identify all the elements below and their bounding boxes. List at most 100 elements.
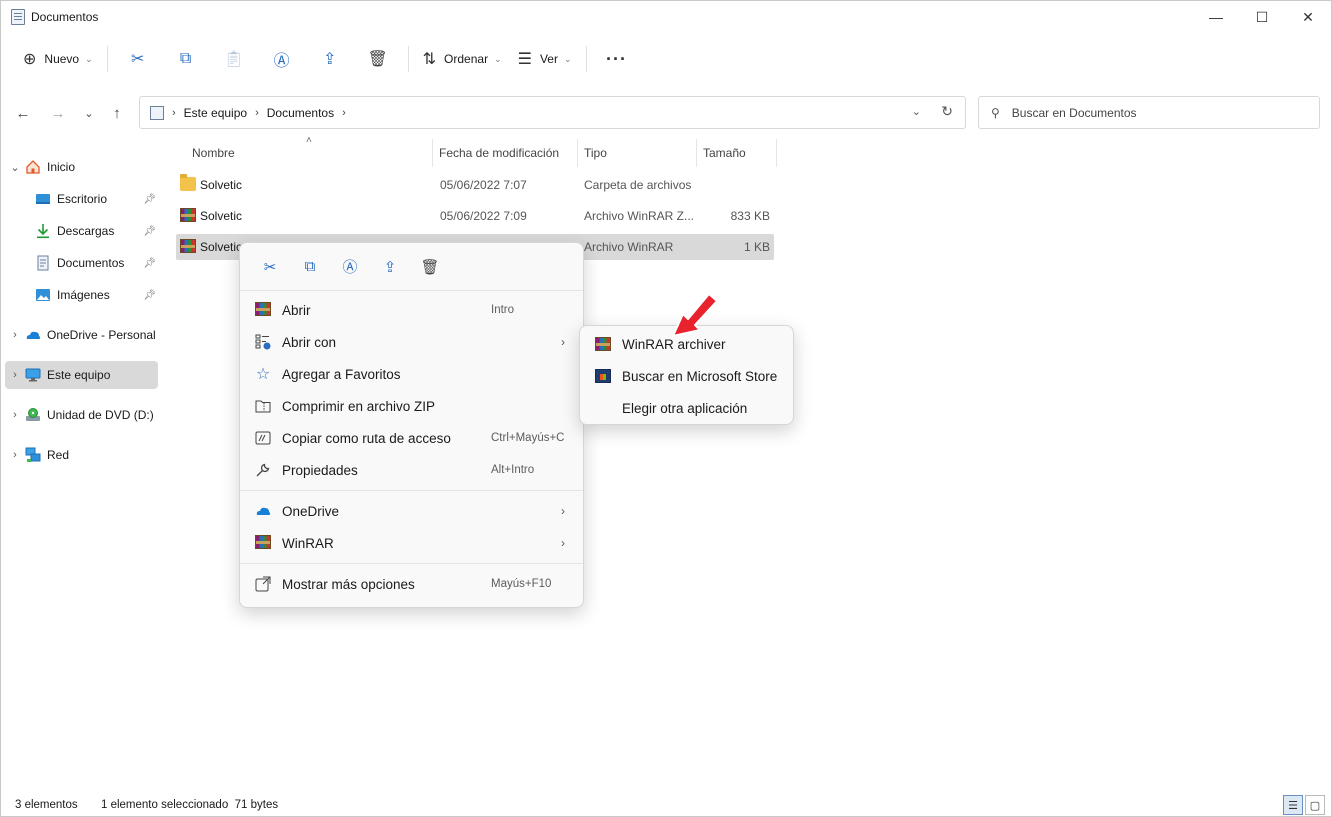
- chevron-right-icon[interactable]: ›: [5, 409, 25, 421]
- more-icon: ···: [606, 48, 628, 69]
- network-icon: [25, 447, 41, 463]
- search-box[interactable]: ⚲: [978, 96, 1320, 129]
- maximize-button[interactable]: ☐: [1239, 1, 1285, 33]
- breadcrumb-documentos[interactable]: Documentos: [267, 106, 334, 120]
- address-dropdown-icon[interactable]: ⌄: [912, 105, 921, 118]
- pictures-icon: [35, 287, 51, 303]
- context-delete-button[interactable]: 🗑︎: [410, 251, 450, 283]
- sidebar-item-dvd[interactable]: › Unidad de DVD (D:): [5, 401, 158, 429]
- column-header-tamano[interactable]: Tamaño: [697, 139, 777, 167]
- sidebar-item-inicio[interactable]: ⌄ Inicio: [5, 153, 158, 181]
- rename-button[interactable]: Ⓐ: [258, 41, 306, 77]
- chevron-down-icon[interactable]: ⌄: [5, 161, 25, 174]
- column-header-fecha[interactable]: Fecha de modificación: [433, 139, 578, 167]
- pin-icon[interactable]: 📌︎: [143, 290, 156, 301]
- forward-button[interactable]: →: [46, 101, 70, 125]
- sort-icon: ⇅: [422, 51, 437, 68]
- paste-button[interactable]: 📋︎: [210, 41, 258, 77]
- menu-item-label: Comprimir en archivo ZIP: [282, 398, 436, 414]
- file-size: 1 KB: [743, 240, 770, 254]
- details-view-button[interactable]: ☰: [1283, 795, 1303, 815]
- sort-button[interactable]: ⇅ Ordenar ⌄: [415, 41, 510, 77]
- column-header-nombre[interactable]: Nombre: [186, 139, 433, 167]
- copy-button[interactable]: ⧉: [162, 41, 210, 77]
- context-cut-button[interactable]: ✂: [250, 251, 290, 283]
- menu-item-abrir-con[interactable]: Abrir con ›: [244, 327, 579, 357]
- winrar-icon: [255, 302, 271, 316]
- submenu-item-microsoft-store[interactable]: Buscar en Microsoft Store: [584, 361, 789, 391]
- table-row[interactable]: Solvetic 05/06/2022 7:07 Carpeta de arch…: [176, 172, 774, 198]
- arrow-left-icon: ←: [15, 104, 31, 122]
- sidebar-item-este-equipo[interactable]: › Este equipo: [5, 361, 158, 389]
- cut-button[interactable]: ✂: [114, 41, 162, 77]
- path-icon: [255, 430, 271, 446]
- delete-button[interactable]: 🗑︎: [354, 41, 402, 77]
- refresh-icon[interactable]: ↻: [941, 103, 953, 120]
- documents-app-icon: [11, 9, 25, 25]
- view-label: Ver: [539, 52, 558, 66]
- sidebar-item-label: Descargas: [57, 224, 115, 238]
- menu-item-abrir[interactable]: Abrir Intro: [244, 295, 579, 325]
- winrar-icon: [180, 239, 196, 253]
- chevron-right-icon: ›: [561, 504, 565, 518]
- sidebar-item-documentos[interactable]: Documentos 📌︎: [15, 249, 158, 277]
- table-row[interactable]: Solvetic 05/06/2022 7:09 Archivo WinRAR …: [176, 203, 774, 229]
- sidebar-item-onedrive[interactable]: › OneDrive - Personal: [5, 321, 158, 349]
- sidebar-item-imagenes[interactable]: Imágenes 📌︎: [15, 281, 158, 309]
- pin-icon[interactable]: 📌︎: [143, 258, 156, 269]
- view-button[interactable]: ☰ Ver ⌄: [510, 41, 580, 77]
- pin-icon[interactable]: 📌︎: [143, 226, 156, 237]
- toolbar-divider: [106, 46, 108, 72]
- new-button[interactable]: ⊕ Nuevo ⌄: [15, 41, 101, 77]
- pin-icon[interactable]: 📌︎: [143, 194, 156, 205]
- item-count: 3 elementos: [15, 799, 78, 811]
- more-options-icon: [255, 576, 271, 592]
- minimize-button[interactable]: —: [1193, 1, 1239, 33]
- rename-icon: Ⓐ: [342, 259, 358, 276]
- submenu-item-elegir-otra[interactable]: Elegir otra aplicación: [584, 393, 789, 423]
- chevron-down-icon: ⌄: [494, 53, 502, 64]
- menu-item-label: OneDrive: [282, 503, 340, 519]
- share-button[interactable]: ⇪: [306, 41, 354, 77]
- menu-item-onedrive[interactable]: OneDrive ›: [244, 496, 579, 526]
- search-input[interactable]: [1011, 105, 1292, 120]
- menu-item-propiedades[interactable]: Propiedades Alt+Intro: [244, 455, 579, 485]
- sidebar-item-escritorio[interactable]: Escritorio 📌︎: [15, 185, 158, 213]
- chevron-right-icon[interactable]: ›: [5, 449, 25, 461]
- chevron-right-icon[interactable]: ›: [5, 369, 25, 381]
- recent-locations-button[interactable]: ⌄: [77, 101, 101, 125]
- home-icon: [25, 159, 41, 175]
- star-icon: ☆: [255, 366, 271, 383]
- back-button[interactable]: ←: [11, 101, 35, 125]
- more-button[interactable]: ···: [593, 41, 641, 77]
- menu-item-favoritos[interactable]: ☆ Agregar a Favoritos: [244, 359, 579, 389]
- chevron-right-icon: ›: [561, 536, 565, 550]
- up-button[interactable]: ↑: [105, 101, 129, 125]
- menu-item-comprimir-zip[interactable]: Comprimir en archivo ZIP: [244, 391, 579, 421]
- file-explorer-window: Documentos — ☐ ✕ ⊕ Nuevo ⌄ ✂ ⧉ 📋︎ Ⓐ ⇪ 🗑︎…: [0, 0, 1332, 817]
- context-rename-button[interactable]: Ⓐ: [330, 251, 370, 283]
- close-button[interactable]: ✕: [1285, 1, 1331, 33]
- chevron-right-icon[interactable]: ›: [5, 329, 25, 341]
- breadcrumb-chevron-icon: ›: [342, 106, 346, 119]
- tiles-view-button[interactable]: ▢: [1305, 795, 1325, 815]
- navigation-bar: ← → ⌄ ↑ › Este equipo › Documentos › ⌄ ↻…: [1, 95, 1331, 131]
- menu-item-winrar[interactable]: WinRAR ›: [244, 528, 579, 558]
- file-date: 05/06/2022 7:09: [440, 209, 527, 223]
- zip-icon: [255, 398, 271, 414]
- cut-icon: ✂: [130, 51, 145, 68]
- menu-item-mas-opciones[interactable]: Mostrar más opciones Mayús+F10: [244, 569, 579, 599]
- wrench-icon: [255, 462, 271, 478]
- sidebar-item-label: OneDrive - Personal: [47, 328, 156, 342]
- address-bar[interactable]: › Este equipo › Documentos › ⌄ ↻: [139, 96, 966, 129]
- sidebar-item-descargas[interactable]: Descargas 📌︎: [15, 217, 158, 245]
- context-menu: ✂ ⧉ Ⓐ ⇪ 🗑︎ Abrir Intro Abrir con › ☆ Agr…: [239, 242, 584, 608]
- breadcrumb-este-equipo[interactable]: Este equipo: [184, 106, 247, 120]
- menu-item-copiar-ruta[interactable]: Copiar como ruta de acceso Ctrl+Mayús+C: [244, 423, 579, 453]
- sidebar-item-red[interactable]: › Red: [5, 441, 158, 469]
- context-copy-button[interactable]: ⧉: [290, 251, 330, 283]
- sidebar-item-label: Imágenes: [57, 288, 110, 302]
- open-with-submenu: WinRAR archiver Buscar en Microsoft Stor…: [579, 325, 794, 425]
- column-header-tipo[interactable]: Tipo: [578, 139, 697, 167]
- context-share-button[interactable]: ⇪: [370, 251, 410, 283]
